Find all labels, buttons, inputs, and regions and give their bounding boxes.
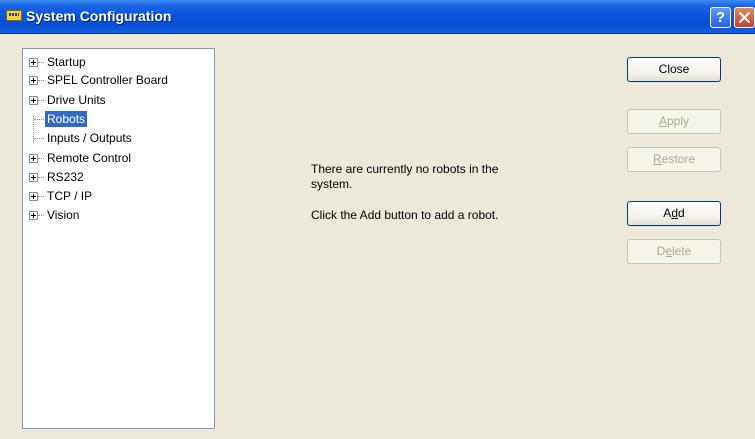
tree-item-label: RS232 [47, 170, 84, 184]
tree-item-label: Remote Control [47, 151, 132, 165]
delete-button[interactable]: Delete [627, 239, 721, 264]
tree-item-label: Drive Units [47, 93, 106, 107]
tree-item-label: SPEL Controller Board [47, 73, 168, 87]
expand-icon[interactable] [29, 154, 38, 163]
expand-icon[interactable] [29, 96, 38, 105]
tree-item-label: Startup [47, 55, 86, 69]
restore-mnemonic: R [652, 152, 662, 166]
close-button-label: Close [658, 62, 690, 76]
help-icon: ? [715, 9, 726, 26]
add-mnemonic: d [671, 206, 678, 220]
title-bar[interactable]: System Configuration ? [0, 0, 755, 34]
no-robots-message-cont: system. [311, 177, 353, 191]
add-button[interactable]: Add [627, 201, 721, 226]
expand-icon[interactable] [29, 173, 38, 182]
tree-item-label: Inputs / Outputs [47, 131, 132, 145]
add-hint-message: Click the Add button to add a robot. [311, 208, 499, 222]
window-close-button[interactable] [734, 7, 755, 28]
no-robots-message: There are currently no robots in the [311, 162, 499, 176]
expand-icon[interactable] [29, 58, 38, 67]
close-button[interactable]: Close [627, 57, 721, 82]
expand-icon[interactable] [29, 211, 38, 220]
apply-mnemonic: A [658, 114, 667, 128]
restore-button[interactable]: Restore [627, 147, 721, 172]
tree-item-label: Vision [47, 208, 80, 222]
config-tree[interactable]: Startup SPEL Controller Board Drive Unit… [22, 48, 215, 429]
expand-icon[interactable] [29, 76, 38, 85]
delete-mnemonic: e [665, 244, 672, 258]
help-button[interactable]: ? [710, 7, 731, 28]
tree-item-label: TCP / IP [47, 189, 93, 203]
expand-icon[interactable] [29, 192, 38, 201]
close-icon [739, 12, 750, 23]
tree-item-label: Robots [45, 111, 88, 127]
apply-button[interactable]: Apply [627, 109, 721, 134]
controller-icon [6, 10, 22, 21]
window-title: System Configuration [26, 8, 172, 24]
